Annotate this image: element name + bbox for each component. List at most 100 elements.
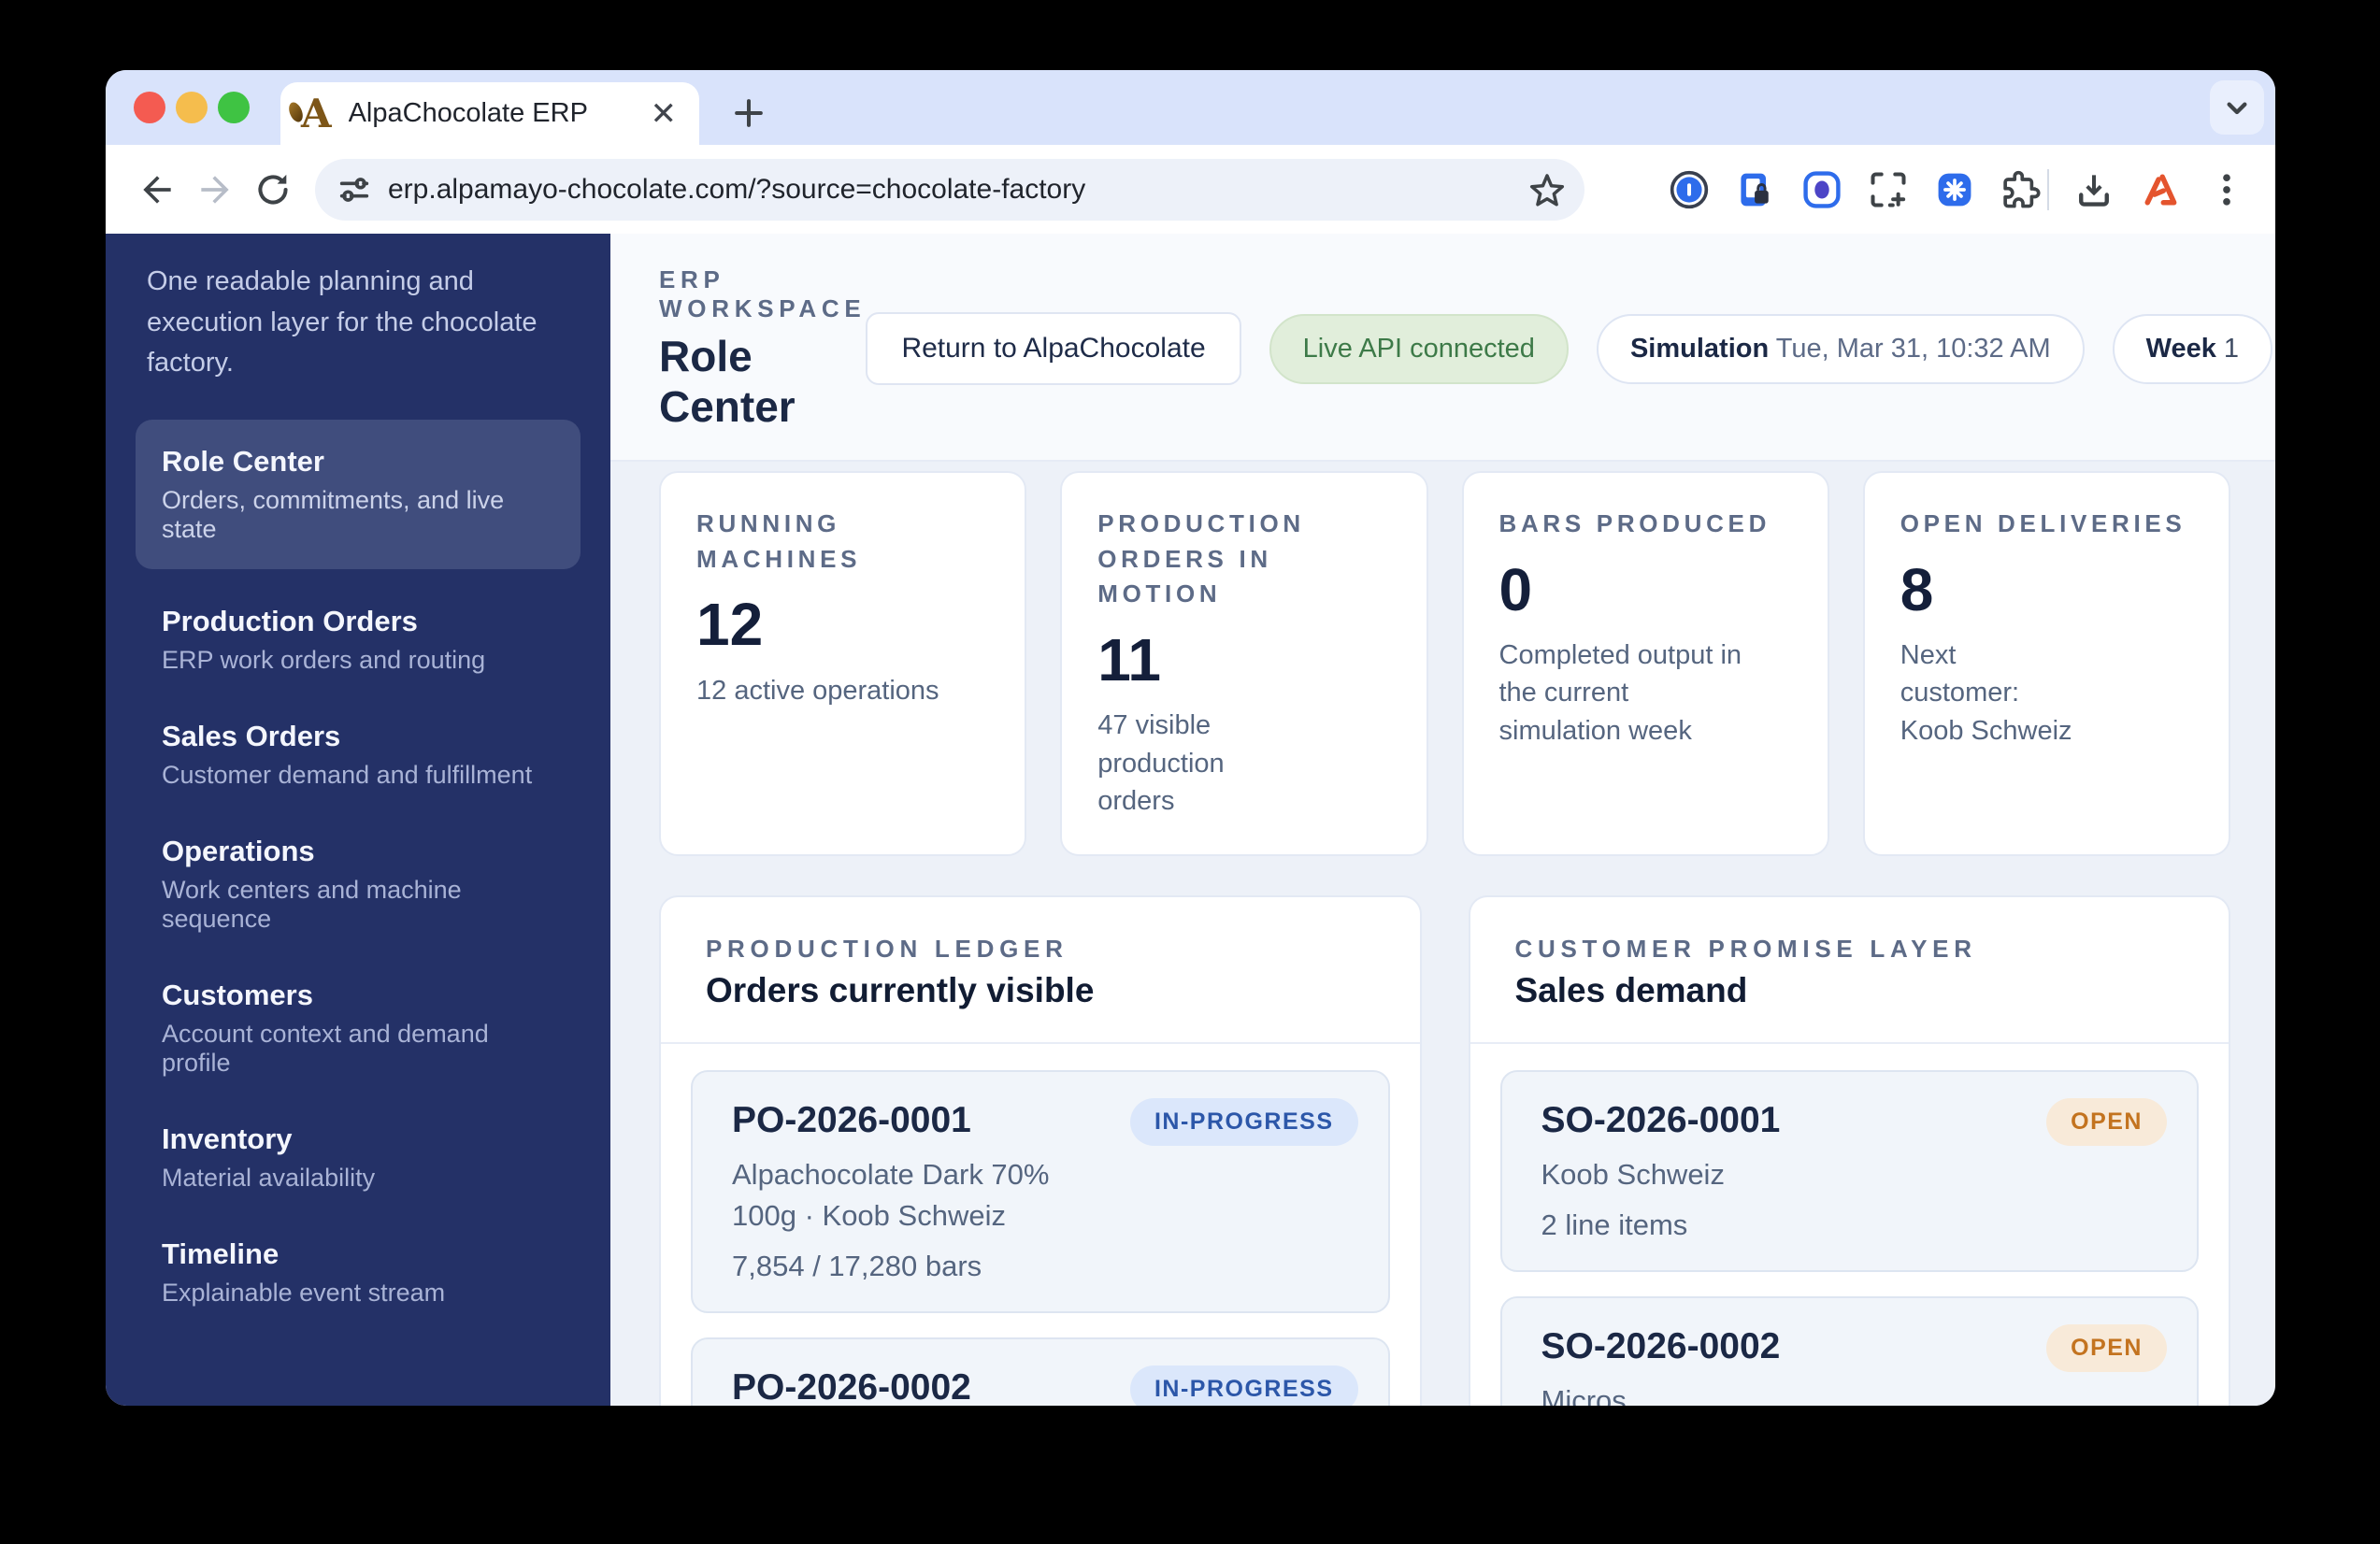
browser-toolbar: erp.alpamayo-chocolate.com/?source=choco…	[106, 145, 2275, 234]
puzzle-extensions-icon[interactable]	[2000, 169, 2042, 210]
panel-title: Orders currently visible	[706, 971, 1095, 1010]
kpi-subtext: Completed output in the current simulati…	[1498, 639, 1742, 747]
kpi-bars-produced: BARS PRODUCED 0 Completed output in the …	[1461, 471, 1829, 857]
browser-tab[interactable]: A AlpaChocolate ERP ✕	[280, 82, 699, 145]
forward-button[interactable]	[186, 161, 244, 219]
status-badge: IN-PROGRESS	[1129, 1098, 1358, 1147]
workspace-title-block: ERP WORKSPACE Role Center	[659, 265, 866, 432]
kpi-value: 12	[696, 591, 764, 659]
panels-row: PRODUCTION LEDGER Orders currently visib…	[659, 895, 2230, 1406]
zoom-window-button[interactable]	[218, 92, 250, 123]
tab-title: AlpaChocolate ERP	[348, 98, 588, 128]
chevron-down-icon	[2227, 102, 2247, 115]
bookmark-star-icon[interactable]	[1527, 169, 1568, 210]
sidebar-tagline: One readable planning and execution laye…	[147, 266, 538, 378]
order-customer: Micros	[1541, 1384, 1627, 1406]
panel-title: Sales demand	[1514, 971, 1748, 1010]
sidebar-item-customers[interactable]: Customers Account context and demand pro…	[136, 979, 581, 1078]
order-progress: 7,854 / 17,280 bars	[732, 1250, 982, 1283]
download-icon[interactable]	[2073, 169, 2115, 210]
new-tab-button[interactable]	[721, 85, 777, 141]
kpi-value: 0	[1498, 555, 1533, 623]
kpi-row: RUNNING MACHINES 12 12 active operations…	[659, 471, 2230, 857]
kpi-value: 8	[1900, 555, 1934, 623]
simulation-time: Tue, Mar 31, 10:32 AM	[1769, 333, 2051, 364]
desktop-background: A AlpaChocolate ERP ✕ erp.alpamayo-choco…	[0, 0, 2380, 1544]
sales-order-list: SO-2026-0001 OPEN Koob Schweiz 2 line it…	[1470, 1044, 2229, 1406]
main-area: ERP WORKSPACE Role Center Return to Alpa…	[610, 234, 2275, 1406]
toolbar-right-group	[2073, 169, 2247, 210]
order-lines: 2 line items	[1541, 1208, 1688, 1242]
kpi-label: BARS PRODUCED	[1498, 509, 1771, 537]
sidebar-item-label: Sales Orders	[162, 719, 341, 752]
kpi-production-orders-in-motion: PRODUCTION ORDERS IN MOTION 11 47 visibl…	[1060, 471, 1428, 857]
sunburst-extension-icon[interactable]	[1934, 169, 1975, 210]
kpi-label: OPEN DELIVERIES	[1900, 509, 2186, 537]
plus-icon	[735, 99, 763, 127]
production-order-item[interactable]: PO-2026-0002 IN-PROGRESS Alpachocolate M…	[691, 1337, 1390, 1406]
url-text[interactable]: erp.alpamayo-chocolate.com/?source=choco…	[388, 174, 1527, 206]
order-customer: Koob Schweiz	[1541, 1158, 1725, 1192]
sales-demand-panel: CUSTOMER PROMISE LAYER Sales demand SO-2…	[1468, 895, 2230, 1406]
sidebar-item-label: Role Center	[162, 444, 324, 478]
screenshot-crop-icon[interactable]	[1868, 169, 1909, 210]
sidebar-item-timeline[interactable]: Timeline Explainable event stream	[136, 1237, 581, 1308]
sidebar-item-label: Production Orders	[162, 604, 418, 637]
production-order-item[interactable]: PO-2026-0001 IN-PROGRESS Alpachocolate D…	[691, 1070, 1390, 1314]
kpi-value: 11	[1097, 626, 1161, 694]
api-status-badge: Live API connected	[1269, 313, 1569, 384]
kpi-subtext: 12 active operations	[696, 675, 939, 706]
close-window-button[interactable]	[134, 92, 165, 123]
minimize-window-button[interactable]	[176, 92, 208, 123]
sidebar-item-operations[interactable]: Operations Work centers and machine sequ…	[136, 835, 581, 934]
forward-icon	[201, 175, 229, 204]
tab-overview-button[interactable]	[2210, 80, 2264, 135]
browser-window: A AlpaChocolate ERP ✕ erp.alpamayo-choco…	[106, 70, 2275, 1406]
privacy-lock-icon[interactable]	[1735, 169, 1776, 210]
page-title: Role Center	[659, 332, 796, 431]
sidebar-item-sub: Customer demand and fulfillment	[162, 760, 533, 789]
production-ledger-header: PRODUCTION LEDGER Orders currently visib…	[661, 897, 1420, 1045]
extensions-row	[1669, 169, 2042, 210]
status-badge: OPEN	[2046, 1098, 2167, 1147]
week-value: 1	[2215, 333, 2240, 364]
order-description: Alpachocolate Dark 70% 100g · Koob Schwe…	[732, 1158, 1050, 1233]
sidebar-item-sub: Orders, commitments, and live state	[162, 485, 505, 543]
status-badge: IN-PROGRESS	[1129, 1365, 1358, 1406]
workspace-header: ERP WORKSPACE Role Center Return to Alpa…	[610, 234, 2275, 462]
sidebar-item-sub: ERP work orders and routing	[162, 645, 486, 674]
simulation-clock-pill: Simulation Tue, Mar 31, 10:32 AM	[1596, 313, 2085, 384]
sidebar-item-sub: Explainable event stream	[162, 1278, 446, 1307]
reload-icon	[258, 174, 288, 205]
week-label: Week	[2145, 333, 2216, 364]
onepassword-icon[interactable]	[1669, 169, 1710, 210]
back-icon	[143, 175, 171, 204]
kpi-subtext: 47 visible production orders	[1097, 710, 1225, 817]
kebab-menu-icon[interactable]	[2206, 169, 2247, 210]
sidebar-item-sub: Account context and demand profile	[162, 1019, 489, 1077]
tab-close-icon[interactable]: ✕	[649, 98, 680, 130]
sidebar-item-role-center[interactable]: Role Center Orders, commitments, and liv…	[136, 419, 581, 569]
sales-order-item[interactable]: SO-2026-0002 OPEN Micros 2 line items	[1499, 1296, 2199, 1406]
sidebar-item-sub: Work centers and machine sequence	[162, 875, 462, 933]
kpi-running-machines: RUNNING MACHINES 12 12 active operations	[659, 471, 1027, 857]
panel-eyebrow: CUSTOMER PROMISE LAYER	[1514, 935, 1977, 964]
back-button[interactable]	[128, 161, 186, 219]
site-settings-tune-icon[interactable]	[336, 171, 373, 208]
sidebar-item-sales-orders[interactable]: Sales Orders Customer demand and fulfill…	[136, 720, 581, 790]
sidebar-item-inventory[interactable]: Inventory Material availability	[136, 1122, 581, 1193]
production-ledger-panel: PRODUCTION LEDGER Orders currently visib…	[659, 895, 1422, 1406]
sidebar-item-production-orders[interactable]: Production Orders ERP work orders and ro…	[136, 605, 581, 675]
oval-extension-icon[interactable]	[1801, 169, 1842, 210]
sidebar: One readable planning and execution laye…	[106, 234, 610, 1406]
sidebar-item-sub: Material availability	[162, 1163, 376, 1192]
production-order-list: PO-2026-0001 IN-PROGRESS Alpachocolate D…	[661, 1044, 1420, 1406]
alpachocolate-favicon-icon: A	[301, 90, 332, 136]
week-pill: Week 1	[2112, 313, 2273, 384]
page-content: One readable planning and execution laye…	[106, 234, 2275, 1406]
address-bar[interactable]: erp.alpamayo-chocolate.com/?source=choco…	[315, 158, 1584, 221]
reload-button[interactable]	[244, 161, 302, 219]
sales-order-item[interactable]: SO-2026-0001 OPEN Koob Schweiz 2 line it…	[1499, 1070, 2199, 1273]
return-button[interactable]: Return to AlpaChocolate	[866, 312, 1241, 385]
alpamayo-a-icon[interactable]	[2140, 169, 2181, 210]
